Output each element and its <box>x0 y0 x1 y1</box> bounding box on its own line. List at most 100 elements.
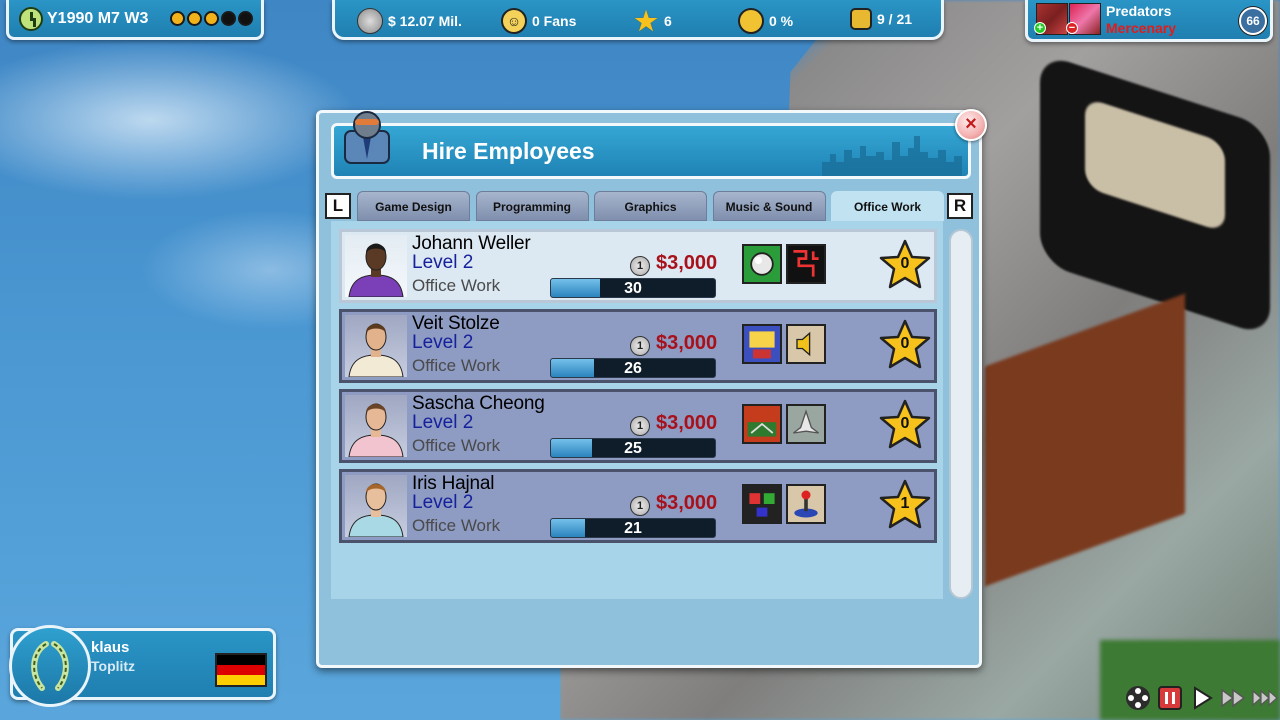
tab-game-design[interactable]: Game Design <box>357 191 470 221</box>
star-count: 0 <box>900 255 910 272</box>
speed-controls <box>1124 684 1280 712</box>
coin-icon: 1 <box>630 256 650 276</box>
star-icon: ★ <box>634 6 658 36</box>
money-stat: $ 12.07 Mil. <box>357 8 462 34</box>
week-dot <box>204 11 220 26</box>
hype-stat: 0 % <box>738 8 793 34</box>
competitor-type: Mercenary <box>1106 20 1177 36</box>
fastest-forward-icon <box>1252 689 1278 707</box>
skill-bar: 21 <box>550 518 716 538</box>
employee-department: Office Work <box>412 356 501 375</box>
player-name: klaus <box>91 639 130 656</box>
employee-level: Level 2 <box>412 492 474 513</box>
skill-bar: 26 <box>550 358 716 378</box>
dialog-title: Hire Employees <box>422 138 595 164</box>
play-button[interactable] <box>1188 684 1216 712</box>
employee-portrait <box>345 315 407 377</box>
background-cloud <box>0 40 360 200</box>
coins-icon <box>357 8 383 34</box>
week-dot <box>170 11 186 26</box>
minus-icon: − <box>1066 22 1078 34</box>
pause-button[interactable] <box>1156 684 1184 712</box>
laurel-emblem-icon <box>9 625 91 707</box>
employee-row[interactable]: Veit Stolze Level 2 Office Work 1 $3,000 26 0 <box>339 309 937 383</box>
gamepad-icon <box>1126 686 1150 710</box>
coin-icon: 1 <box>630 416 650 436</box>
play-icon <box>1194 686 1213 710</box>
stats-panel: $ 12.07 Mil. ☺ 0 Fans ★ 6 0 % 9 / 21 <box>332 0 944 40</box>
player-city: Toplitz <box>91 658 136 674</box>
employee-department: Office Work <box>412 436 501 455</box>
pinball-perk-icon <box>742 244 782 284</box>
employee-portrait <box>345 395 407 457</box>
coin-icon: 1 <box>630 336 650 356</box>
employee-row[interactable]: Iris Hajnal Level 2 Office Work 1 $3,000 21 1 <box>339 469 937 543</box>
hire-employees-dialog: Hire Employees × L Game Design Programmin… <box>316 109 987 668</box>
star-count: 1 <box>900 495 910 512</box>
week-progress-dots <box>170 11 254 26</box>
employee-salary: $3,000 <box>656 332 718 354</box>
tab-office-work[interactable]: Office Work <box>831 191 944 221</box>
star-rating: 0 <box>878 238 932 292</box>
plus-icon: + <box>1034 22 1046 34</box>
tab-programming[interactable]: Programming <box>475 191 589 221</box>
germany-flag-icon <box>215 653 267 687</box>
fastest-forward-button[interactable] <box>1252 684 1280 712</box>
skill-value: 26 <box>624 360 642 377</box>
star-rating: 0 <box>878 398 932 452</box>
fast-forward-icon <box>1221 688 1246 708</box>
stars-value: 6 <box>664 13 672 29</box>
maze-perk-icon <box>786 244 826 284</box>
joystick-perk-icon <box>786 484 826 524</box>
scrollbar[interactable] <box>949 229 973 599</box>
coin-icon: 1 <box>630 496 650 516</box>
unlocks-stat: 9 / 21 <box>850 8 912 30</box>
employee-salary: $3,000 <box>656 412 718 434</box>
gamepad-button[interactable] <box>1124 684 1152 712</box>
tab-right-button[interactable]: R <box>947 193 973 219</box>
employee-level: Level 2 <box>412 412 474 433</box>
skill-value: 25 <box>624 440 642 457</box>
spaceship-perk-icon <box>786 404 826 444</box>
lock-icon <box>850 8 872 30</box>
game-date: Y1990 M7 W3 <box>47 9 149 27</box>
star-rating: 0 <box>878 318 932 372</box>
tab-music-sound[interactable]: Music & Sound <box>712 191 826 221</box>
money-value: $ 12.07 Mil. <box>388 13 462 29</box>
week-dot <box>221 11 237 26</box>
fans-value: 0 Fans <box>532 13 577 29</box>
helmet-icon <box>738 8 764 34</box>
skill-bar: 30 <box>550 278 716 298</box>
employee-list: Johann Weller Level 2 Office Work 1 $3,000 30… <box>331 221 943 599</box>
employee-level: Level 2 <box>412 332 474 353</box>
smiley-icon: ☺ <box>501 8 527 34</box>
unlocks-value: 9 / 21 <box>877 11 913 27</box>
employee-level: Level 2 <box>412 252 474 273</box>
tab-left-button[interactable]: L <box>325 193 351 219</box>
skill-value: 30 <box>624 280 642 297</box>
skill-value: 21 <box>624 520 642 537</box>
employee-row[interactable]: Johann Weller Level 2 Office Work 1 $3,000 30… <box>339 229 937 303</box>
competitor-name: Predators <box>1106 3 1172 19</box>
stars-stat: ★ 6 <box>633 6 672 36</box>
fast-forward-button[interactable] <box>1220 684 1248 712</box>
competitor-panel[interactable]: + − Predators Mercenary 66 <box>1025 0 1273 42</box>
employee-department: Office Work <box>412 276 501 295</box>
employee-department: Office Work <box>412 516 501 535</box>
competitor-level-badge: 66 <box>1239 7 1267 35</box>
employee-portrait <box>345 235 407 297</box>
employee-icon <box>344 111 390 164</box>
employee-row[interactable]: Sascha Cheong Level 2 Office Work 1 $3,000 25… <box>339 389 937 463</box>
arcade-perk-icon <box>742 324 782 364</box>
player-panel[interactable]: klaus Toplitz <box>9 625 276 707</box>
racing-perk-icon <box>742 404 782 444</box>
date-panel: Y1990 M7 W3 <box>6 0 264 40</box>
dialog-header: Hire Employees <box>331 123 971 179</box>
retro-game-perk-icon <box>742 484 782 524</box>
close-button[interactable]: × <box>955 109 987 141</box>
star-count: 0 <box>900 415 910 432</box>
tab-graphics[interactable]: Graphics <box>594 191 707 221</box>
clock-icon <box>19 6 43 31</box>
skill-bar: 25 <box>550 438 716 458</box>
pause-icon <box>1158 686 1182 710</box>
